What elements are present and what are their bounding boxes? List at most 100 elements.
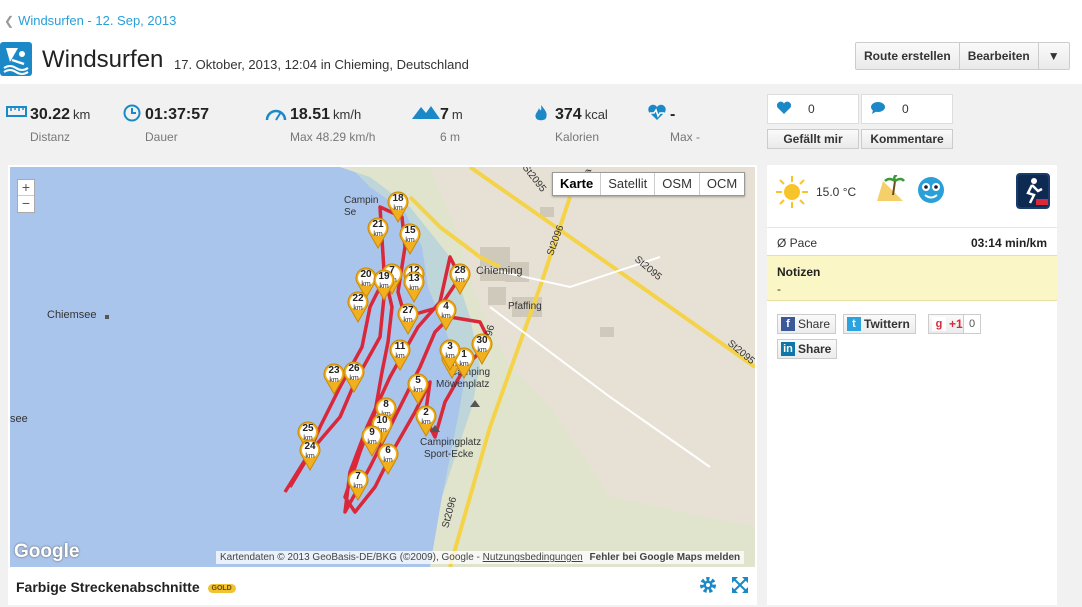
sun-icon: [775, 175, 809, 209]
page-title: Windsurfen: [42, 46, 164, 73]
attribution-text: Kartendaten © 2013 GeoBasis-DE/BKG (©200…: [220, 552, 483, 563]
km-marker-label: 24 km: [298, 442, 322, 461]
temperature-value: 15.0 °C: [816, 185, 857, 199]
expand-icon[interactable]: [729, 575, 751, 597]
km-marker-number: 5: [415, 375, 421, 386]
km-marker[interactable]: 13 km: [402, 271, 426, 303]
speed-value: 18.51: [290, 106, 331, 123]
notes-text: -: [777, 282, 781, 296]
km-marker-unit: km: [413, 387, 423, 394]
terms-link[interactable]: Nutzungsbedingungen: [483, 552, 583, 563]
calories-value: 374: [555, 106, 582, 123]
km-marker[interactable]: 28 km: [448, 263, 472, 295]
map-type-karte[interactable]: Karte: [553, 173, 602, 195]
map-type-osm[interactable]: OSM: [655, 173, 700, 195]
heartrate-max-label: Max -: [670, 130, 700, 144]
km-marker[interactable]: 22 km: [346, 291, 370, 323]
distance-value: 30.22: [30, 106, 71, 123]
back-link[interactable]: ❮ Windsurfen - 12. Sep, 2013: [4, 13, 176, 28]
heart-pulse-icon: [647, 104, 669, 122]
km-marker-label: 6 km: [376, 446, 400, 465]
edit-button[interactable]: Bearbeiten: [960, 43, 1039, 69]
pace-value: 03:14 min/km: [970, 236, 1047, 250]
comment-button[interactable]: Kommentare: [861, 129, 953, 149]
km-marker-number: 19: [378, 271, 390, 282]
zoom-in-button[interactable]: +: [18, 180, 34, 196]
sidebar: 15.0 °C Ø Pace 03:14 min/km Notizen - fS…: [767, 165, 1057, 605]
notes-heading: Notizen: [777, 265, 821, 279]
gear-icon[interactable]: [697, 575, 719, 597]
km-marker[interactable]: 30 km: [470, 333, 494, 365]
km-marker-label: 11 km: [388, 342, 412, 361]
km-marker-number: 25: [302, 423, 314, 434]
km-marker[interactable]: 3 km: [438, 339, 462, 371]
report-error-link[interactable]: Fehler bei Google Maps melden: [590, 552, 741, 563]
linkedin-icon: in: [781, 342, 795, 356]
km-marker-label: 26 km: [342, 364, 366, 383]
km-marker-number: 11: [394, 341, 406, 352]
km-marker-number: 30: [476, 335, 488, 346]
km-marker-unit: km: [305, 453, 315, 460]
place-camping-2b: Möwenplatz: [436, 379, 490, 390]
km-marker[interactable]: 26 km: [342, 361, 366, 393]
place-chieming: Chieming: [476, 265, 523, 277]
likes-count: 0: [808, 102, 815, 116]
km-marker[interactable]: 11 km: [388, 339, 412, 371]
twitter-icon: t: [847, 317, 861, 331]
km-marker-unit: km: [353, 305, 363, 312]
twitter-share-label: Twittern: [864, 317, 910, 331]
windsurf-sport-icon: [0, 42, 32, 76]
km-marker-number: 7: [355, 471, 361, 482]
create-route-button[interactable]: Route erstellen: [856, 43, 960, 69]
km-marker-label: 3 km: [438, 342, 462, 361]
km-marker-unit: km: [373, 231, 383, 238]
km-marker[interactable]: 21 km: [366, 217, 390, 249]
activity-subtitle: 17. Oktober, 2013, 12:04 in Chieming, De…: [174, 57, 469, 72]
km-marker[interactable]: 5 km: [406, 373, 430, 405]
km-marker[interactable]: 19 km: [372, 269, 396, 301]
km-marker[interactable]: 2 km: [414, 405, 438, 437]
km-marker[interactable]: 7km: [346, 469, 370, 501]
pace-row: Ø Pace 03:14 min/km: [767, 227, 1057, 255]
speed-max-label: Max 48.29 km/h: [290, 130, 376, 144]
km-marker-label: 21 km: [366, 220, 390, 239]
km-marker-number: 2: [423, 407, 429, 418]
km-marker-label: 19 km: [372, 272, 396, 291]
km-marker-label: 22 km: [346, 294, 370, 313]
place-camping-3a: Campingplatz: [420, 437, 482, 448]
km-marker-unit: km: [409, 285, 419, 292]
like-button[interactable]: Gefällt mir: [767, 129, 859, 149]
km-marker[interactable]: 24 km: [298, 439, 322, 471]
place-camping-1b: Se: [344, 207, 357, 218]
beach-icon: [875, 173, 905, 203]
map-panel: Chieming Pfaffing Chiemsee see Campin Se…: [8, 165, 757, 605]
clock-icon: [123, 104, 145, 122]
pace-label: Ø Pace: [777, 236, 818, 250]
km-marker-number: 18: [392, 193, 404, 204]
km-marker[interactable]: 15 km: [398, 223, 422, 255]
place-pfaffing: Pfaffing: [508, 301, 542, 312]
weather-row: 15.0 °C: [767, 165, 1057, 225]
km-marker-unit: km: [405, 237, 415, 244]
linkedin-share-button[interactable]: in Share: [777, 339, 838, 359]
speed-unit: km/h: [333, 107, 362, 122]
duration-value: 01:37:57: [145, 106, 210, 123]
twitter-share-button[interactable]: t Twittern: [843, 314, 916, 334]
km-marker-label: 4 km: [434, 302, 458, 321]
elevation-value: 7: [440, 106, 449, 123]
actions-dropdown-button[interactable]: ▼: [1039, 43, 1069, 69]
google-plus-icon: g: [932, 317, 946, 331]
km-marker-unit: km: [383, 457, 393, 464]
km-marker[interactable]: 6 km: [376, 443, 400, 475]
facebook-share-button[interactable]: f Share: [777, 314, 837, 334]
map-type-satellit[interactable]: Satellit: [601, 173, 656, 195]
chevron-left-icon: ❮: [4, 14, 15, 28]
km-marker[interactable]: 27 km: [396, 303, 420, 335]
zoom-out-button[interactable]: −: [18, 196, 34, 212]
route-map[interactable]: Chieming Pfaffing Chiemsee see Campin Se…: [10, 167, 755, 567]
km-marker[interactable]: 4 km: [434, 299, 458, 331]
km-marker-label: 5 km: [406, 376, 430, 395]
gold-badge: GOLD: [207, 583, 236, 593]
km-marker-label: 2 km: [414, 408, 438, 427]
map-type-ocm[interactable]: OCM: [700, 173, 744, 195]
